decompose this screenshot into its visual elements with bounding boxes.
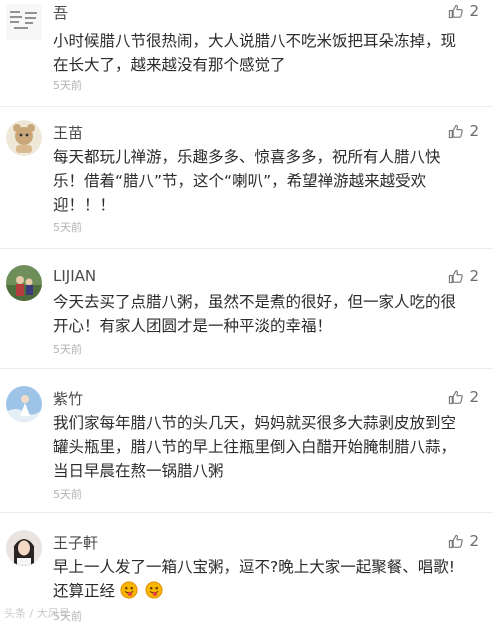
comment-text: 今天去买了点腊八粥，虽然不是煮的很好，但一家人吃的很 开心！有家人团圆才是一种平… xyxy=(53,290,481,338)
comment-text: 早上一人发了一箱八宝粥，逗不?晚上大家一起聚餐、唱歌! 还算正经 xyxy=(53,555,481,603)
divider xyxy=(0,248,493,249)
like-count: 2 xyxy=(469,267,479,285)
comment-time: 5天前 xyxy=(53,221,82,234)
username[interactable]: 王子軒 xyxy=(53,532,98,553)
comment-item: 王子軒 2 早上一人发了一箱八宝粥，逗不?晚上大家一起聚餐、唱歌! 还算正经 5… xyxy=(0,520,493,624)
divider xyxy=(0,106,493,107)
username[interactable]: 吾 xyxy=(53,2,68,23)
comment-item: 紫竹 2 我们家每年腊八节的头几天，妈妈就买很多大蒜剥皮放到空 罐头瓶里，腊八节… xyxy=(0,376,493,506)
divider xyxy=(0,368,493,369)
thumbs-up-icon xyxy=(449,534,464,548)
comment-text: 小时候腊八节很热闹，大人说腊八不吃米饭把耳朵冻掉，现 在长大了，越来越没有那个感… xyxy=(53,29,481,77)
comment-line-with-emoji: 还算正经 xyxy=(53,579,481,603)
avatar[interactable] xyxy=(6,530,42,566)
comment-time: 5天前 xyxy=(53,343,82,356)
username[interactable]: 王苗 xyxy=(53,122,83,143)
comment-line: 早上一人发了一箱八宝粥，逗不?晚上大家一起聚餐、唱歌! xyxy=(53,558,455,576)
like-count: 2 xyxy=(469,122,479,140)
like-count: 2 xyxy=(469,2,479,20)
comment-line: 开心！有家人团圆才是一种平淡的幸福！ xyxy=(53,317,333,335)
thumbs-up-icon xyxy=(449,390,464,404)
thumbs-up-icon xyxy=(449,124,464,138)
comment-line: 乐！借着“腊八”节，这个“喇叭”，希望禅游越来越受欢 xyxy=(53,172,427,190)
comment-line: 罐头瓶里，腊八节的早上往瓶里倒入白醋开始腌制腊八蒜， xyxy=(53,438,457,456)
comment-line: 今天去买了点腊八粥，虽然不是煮的很好，但一家人吃的很 xyxy=(53,293,457,311)
username[interactable]: 紫竹 xyxy=(53,388,83,409)
like-button[interactable]: 2 xyxy=(448,267,479,285)
avatar[interactable] xyxy=(6,265,42,301)
comment-time: 5天前 xyxy=(53,79,82,92)
comment-time: 5天前 xyxy=(53,488,82,501)
thumbs-up-icon xyxy=(449,4,464,18)
avatar[interactable] xyxy=(6,4,42,40)
like-button[interactable]: 2 xyxy=(448,532,479,550)
comment-line: 在长大了，越来越没有那个感觉了 xyxy=(53,56,286,74)
like-button[interactable]: 2 xyxy=(448,388,479,406)
username[interactable]: LIJIAN xyxy=(53,267,96,285)
comment-text: 每天都玩儿禅游，乐趣多多、惊喜多多，祝所有人腊八快 乐！借着“腊八”节，这个“喇… xyxy=(53,145,481,217)
comment-line: 每天都玩儿禅游，乐趣多多、惊喜多多，祝所有人腊八快 xyxy=(53,148,441,166)
tongue-out-emoji-icon xyxy=(145,581,163,599)
like-button[interactable]: 2 xyxy=(448,2,479,20)
avatar[interactable] xyxy=(6,386,42,422)
comment-item: LIJIAN 2 今天去买了点腊八粥，虽然不是煮的很好，但一家人吃的很 开心！有… xyxy=(0,255,493,365)
avatar[interactable] xyxy=(6,120,42,156)
like-button[interactable]: 2 xyxy=(448,122,479,140)
comment-line: 小时候腊八节很热闹，大人说腊八不吃米饭把耳朵冻掉，现 xyxy=(53,32,457,50)
watermark: 头条 / 大风号 xyxy=(4,607,70,620)
like-count: 2 xyxy=(469,388,479,406)
comment-text: 我们家每年腊八节的头几天，妈妈就买很多大蒜剥皮放到空 罐头瓶里，腊八节的早上往瓶… xyxy=(53,411,481,483)
divider xyxy=(0,512,493,513)
comment-item: 王苗 2 每天都玩儿禅游，乐趣多多、惊喜多多，祝所有人腊八快 乐！借着“腊八”节… xyxy=(0,110,493,250)
comment-line: 迎！！！ xyxy=(53,196,116,214)
tongue-out-emoji-icon xyxy=(120,581,138,599)
comment-line: 我们家每年腊八节的头几天，妈妈就买很多大蒜剥皮放到空 xyxy=(53,414,457,432)
comment-line: 还算正经 xyxy=(53,582,116,600)
thumbs-up-icon xyxy=(449,269,464,283)
like-count: 2 xyxy=(469,532,479,550)
comment-line: 当日早晨在熬一锅腊八粥 xyxy=(53,462,224,480)
comment-item: 吾 2 小时候腊八节很热闹，大人说腊八不吃米饭把耳朵冻掉，现 在长大了，越来越没… xyxy=(0,0,493,110)
